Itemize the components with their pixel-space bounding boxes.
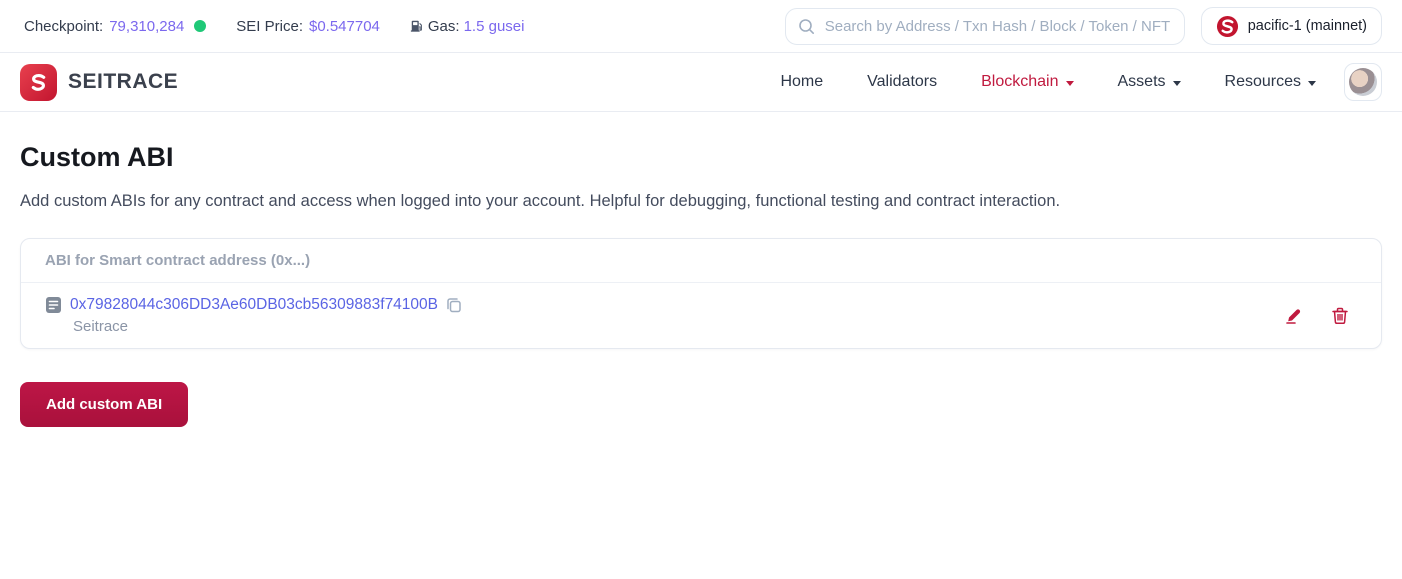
add-custom-abi-button[interactable]: Add custom ABI <box>20 382 188 427</box>
brand-name: SEITRACE <box>68 70 178 94</box>
delete-abi-button[interactable] <box>1331 306 1349 325</box>
search-icon <box>798 18 815 35</box>
chevron-down-icon <box>1173 81 1181 86</box>
abi-row-info: 0x79828044c306DD3Ae60DB03cb56309883f7410… <box>45 296 462 335</box>
sei-price-stat: SEI Price: $0.547704 <box>236 18 380 35</box>
user-menu-button[interactable] <box>1344 63 1382 101</box>
checkpoint-label: Checkpoint: <box>24 18 103 35</box>
navbar: SEITRACE Home Validators Blockchain Asse… <box>0 53 1402 112</box>
network-selector[interactable]: pacific-1 (mainnet) <box>1201 7 1382 45</box>
checkpoint-stat: Checkpoint: 79,310,284 <box>24 18 206 35</box>
copy-icon[interactable] <box>446 297 462 313</box>
nav-item-resources[interactable]: Resources <box>1225 73 1316 91</box>
gas-label: Gas: <box>428 18 460 35</box>
sei-price-label: SEI Price: <box>236 18 303 35</box>
nav-item-label: Home <box>780 73 823 91</box>
table-row: 0x79828044c306DD3Ae60DB03cb56309883f7410… <box>21 283 1381 348</box>
custom-abi-card: ABI for Smart contract address (0x...) 0… <box>20 238 1382 349</box>
network-label: pacific-1 (mainnet) <box>1248 18 1367 34</box>
topbar: Checkpoint: 79,310,284 SEI Price: $0.547… <box>0 0 1402 53</box>
nav-item-label: Blockchain <box>981 73 1058 91</box>
row-actions <box>1284 306 1349 325</box>
nav-item-label: Validators <box>867 73 937 91</box>
abi-name: Seitrace <box>73 318 462 335</box>
gas-value[interactable]: 1.5 gusei <box>464 18 525 35</box>
nav-item-label: Resources <box>1225 73 1301 91</box>
page-description: Add custom ABIs for any contract and acc… <box>20 192 1382 211</box>
nav-item-blockchain[interactable]: Blockchain <box>981 73 1073 91</box>
page-title: Custom ABI <box>20 142 1382 173</box>
chevron-down-icon <box>1308 81 1316 86</box>
nav-item-validators[interactable]: Validators <box>867 73 937 91</box>
trash-icon <box>1331 306 1349 325</box>
nav-menu: Home Validators Blockchain Assets Resour… <box>780 73 1316 91</box>
address-line: 0x79828044c306DD3Ae60DB03cb56309883f7410… <box>45 296 462 314</box>
network-logo-icon <box>1216 15 1239 38</box>
search-input[interactable] <box>825 18 1172 35</box>
brand-home-link[interactable]: SEITRACE <box>20 64 178 101</box>
nav-item-assets[interactable]: Assets <box>1118 73 1181 91</box>
main-content: Custom ABI Add custom ABIs for any contr… <box>0 142 1402 427</box>
sei-price-value[interactable]: $0.547704 <box>309 18 380 35</box>
gas-pump-icon <box>410 19 424 33</box>
checkpoint-value[interactable]: 79,310,284 <box>109 18 184 35</box>
edit-abi-button[interactable] <box>1284 306 1303 325</box>
checkpoint-status-dot <box>194 20 206 32</box>
nav-item-home[interactable]: Home <box>780 73 823 91</box>
search-bar <box>785 8 1185 45</box>
user-avatar <box>1349 68 1377 96</box>
nav-item-label: Assets <box>1118 73 1166 91</box>
edit-icon <box>1284 306 1303 325</box>
seitrace-logo-icon <box>20 64 57 101</box>
contract-icon <box>45 296 62 314</box>
abi-table-header: ABI for Smart contract address (0x...) <box>21 239 1381 283</box>
network-stats: Checkpoint: 79,310,284 SEI Price: $0.547… <box>24 18 524 35</box>
chevron-down-icon <box>1066 81 1074 86</box>
contract-address-link[interactable]: 0x79828044c306DD3Ae60DB03cb56309883f7410… <box>70 296 438 314</box>
gas-stat: Gas: 1.5 gusei <box>410 18 525 35</box>
topbar-right: pacific-1 (mainnet) <box>785 7 1382 45</box>
